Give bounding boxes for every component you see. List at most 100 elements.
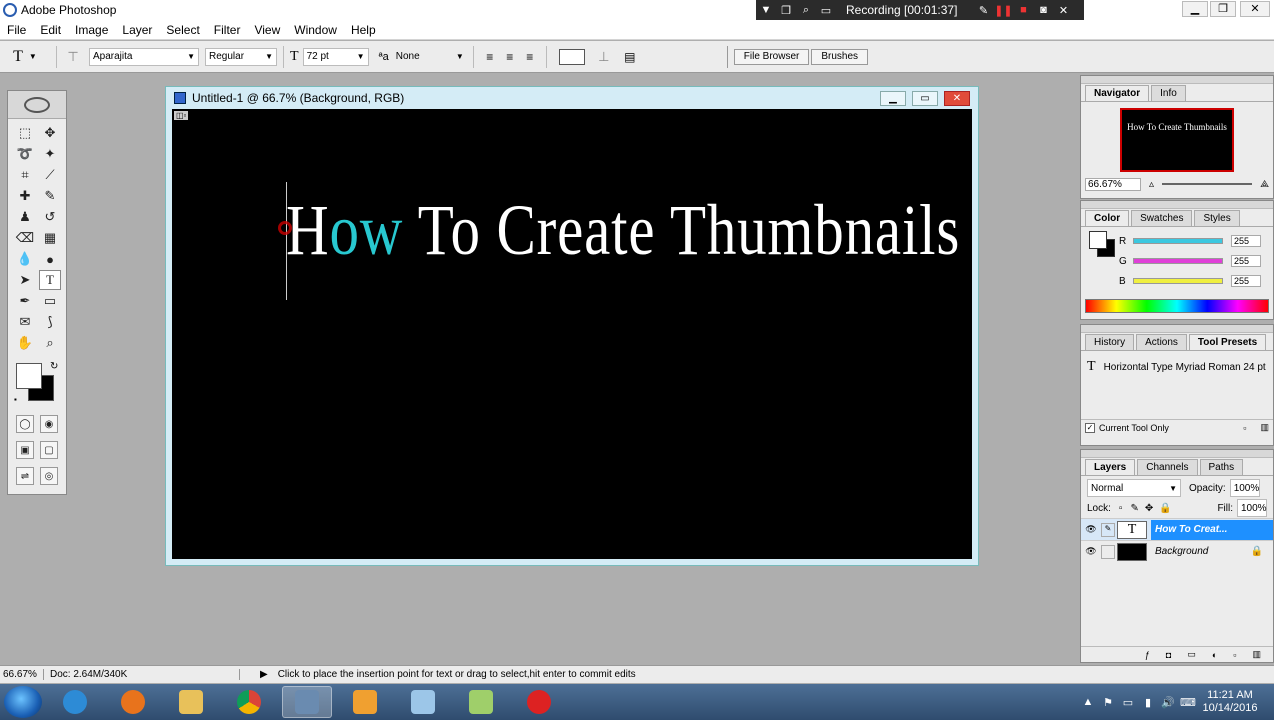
menu-window[interactable]: Window: [287, 23, 344, 37]
eye-icon[interactable]: 👁: [1081, 546, 1101, 557]
orientation-icon[interactable]: ⊤: [63, 49, 83, 65]
display-icon[interactable]: ▭: [1118, 696, 1138, 709]
taskbar-notes[interactable]: [456, 686, 506, 718]
crop-tool-icon[interactable]: ⌗: [14, 165, 36, 185]
layer-row[interactable]: 👁 ✎ T How To Creat...: [1081, 518, 1273, 540]
toolbox-header[interactable]: [8, 91, 66, 119]
document-maximize-button[interactable]: ▭: [912, 91, 938, 106]
taskbar-image-viewer[interactable]: [398, 686, 448, 718]
antialias-select[interactable]: None ▼: [393, 48, 467, 66]
play-icon[interactable]: ▶: [260, 669, 268, 680]
region-icon[interactable]: ▭: [816, 4, 836, 17]
clone-stamp-tool-icon[interactable]: ♟: [14, 207, 36, 227]
opacity-field[interactable]: 100%: [1229, 479, 1260, 497]
restore-icon[interactable]: ❐: [776, 4, 796, 17]
volume-icon[interactable]: 🔊: [1158, 696, 1178, 709]
imageready-icon[interactable]: ◎: [40, 467, 58, 485]
quick-mask-mode-icon[interactable]: ◉: [40, 415, 58, 433]
menu-file[interactable]: File: [0, 23, 33, 37]
dodge-tool-icon[interactable]: ●: [39, 249, 61, 269]
magic-wand-tool-icon[interactable]: ✦: [39, 144, 61, 164]
new-set-icon[interactable]: ▭: [1187, 649, 1196, 660]
add-mask-icon[interactable]: ◘: [1166, 650, 1171, 660]
new-layer-icon[interactable]: ▫: [1233, 650, 1236, 660]
document-title-bar[interactable]: Untitled-1 @ 66.7% (Background, RGB): [166, 87, 978, 109]
color-spectrum-ramp[interactable]: [1085, 299, 1269, 313]
hand-tool-icon[interactable]: ✋: [14, 333, 36, 353]
trash-icon[interactable]: ▥: [1260, 422, 1269, 433]
channel-value-b[interactable]: 255: [1231, 275, 1261, 287]
panel-grip[interactable]: [1081, 325, 1273, 333]
zoom-out-icon[interactable]: ▵: [1149, 179, 1154, 190]
camera-icon[interactable]: ◙: [1033, 4, 1053, 16]
chevron-down-icon[interactable]: ▼: [756, 4, 776, 16]
warp-text-icon[interactable]: ⊥: [591, 49, 617, 65]
menu-select[interactable]: Select: [159, 23, 206, 37]
lock-position-icon[interactable]: ✥: [1145, 503, 1153, 514]
font-family-select[interactable]: Aparajita ▼: [89, 47, 199, 66]
channel-slider-r[interactable]: [1133, 238, 1223, 244]
link-icon[interactable]: [1101, 544, 1115, 559]
align-right-icon[interactable]: ≡: [520, 50, 540, 64]
keyboard-icon[interactable]: ⌨: [1178, 696, 1198, 709]
palettes-icon[interactable]: ▤: [617, 50, 643, 64]
tab-layers[interactable]: Layers: [1085, 459, 1136, 475]
lock-transparency-icon[interactable]: ▫: [1119, 503, 1123, 514]
zoom-in-icon[interactable]: ⟁: [1260, 179, 1269, 190]
foreground-color-swatch[interactable]: [16, 363, 42, 389]
screen-mode-menu-icon[interactable]: ▢: [40, 441, 58, 459]
eraser-tool-icon[interactable]: ⌫: [14, 228, 36, 248]
default-colors-icon[interactable]: ▪: [14, 395, 17, 404]
notes-tool-icon[interactable]: ✉: [14, 312, 36, 332]
minimize-button[interactable]: ▁: [1182, 1, 1208, 17]
pen-icon[interactable]: ✎: [973, 4, 993, 17]
navigator-zoom-slider[interactable]: [1162, 183, 1253, 185]
document-minimize-button[interactable]: ▁: [880, 91, 906, 106]
tab-file-browser[interactable]: File Browser: [733, 48, 810, 65]
zoom-icon[interactable]: ⌕: [796, 4, 816, 17]
navigator-zoom-field[interactable]: 66.67%: [1085, 177, 1141, 191]
history-brush-tool-icon[interactable]: ↺: [39, 207, 61, 227]
tab-swatches[interactable]: Swatches: [1131, 210, 1193, 226]
fill-field[interactable]: 100%: [1237, 499, 1267, 517]
current-tool-only-checkbox[interactable]: ✓: [1085, 422, 1095, 433]
maximize-button[interactable]: ❐: [1210, 1, 1236, 17]
shape-tool-icon[interactable]: ▭: [39, 291, 61, 311]
taskbar-photoshop[interactable]: [282, 686, 332, 718]
taskbar-chrome[interactable]: [224, 686, 274, 718]
path-selection-tool-icon[interactable]: ➤: [14, 270, 36, 290]
trash-icon[interactable]: ▥: [1252, 649, 1261, 660]
tab-brushes[interactable]: Brushes: [811, 48, 869, 65]
taskbar-media-player[interactable]: [340, 686, 390, 718]
blur-tool-icon[interactable]: 💧: [14, 249, 36, 269]
brush-tool-icon[interactable]: ✎: [39, 186, 61, 206]
healing-brush-tool-icon[interactable]: ✚: [14, 186, 36, 206]
canvas-text-layer[interactable]: How To Create Thumbnails: [286, 189, 960, 272]
status-doc-size[interactable]: Doc: 2.64M/340K: [44, 669, 240, 680]
canvas[interactable]: ◫▫ How To Create Thumbnails: [172, 109, 972, 559]
adjustment-layer-icon[interactable]: ◐: [1212, 650, 1217, 660]
channel-slider-g[interactable]: [1133, 258, 1223, 264]
tab-actions[interactable]: Actions: [1136, 334, 1187, 350]
slice-tool-icon[interactable]: ⟋: [39, 165, 61, 185]
screen-mode-standard-icon[interactable]: ▣: [16, 441, 34, 459]
taskbar-recorder[interactable]: [514, 686, 564, 718]
taskbar-file-explorer[interactable]: [166, 686, 216, 718]
start-button[interactable]: [4, 686, 42, 718]
menu-view[interactable]: View: [247, 23, 287, 37]
tab-navigator[interactable]: Navigator: [1085, 85, 1150, 101]
channel-value-r[interactable]: 255: [1231, 235, 1261, 247]
type-tool-icon[interactable]: T: [39, 270, 61, 290]
swap-colors-icon[interactable]: ↻: [50, 361, 58, 372]
standard-mode-icon[interactable]: ◯: [16, 415, 34, 433]
tab-color[interactable]: Color: [1085, 210, 1130, 226]
tab-styles[interactable]: Styles: [1194, 210, 1240, 226]
status-zoom[interactable]: 66.67%: [0, 669, 44, 680]
taskbar-firefox[interactable]: [108, 686, 158, 718]
tab-history[interactable]: History: [1085, 334, 1135, 350]
align-left-icon[interactable]: ≡: [480, 50, 500, 64]
move-tool-icon[interactable]: ✥: [39, 123, 61, 143]
network-icon[interactable]: ▮: [1138, 696, 1158, 709]
tab-paths[interactable]: Paths: [1199, 459, 1244, 475]
menu-edit[interactable]: Edit: [33, 23, 68, 37]
